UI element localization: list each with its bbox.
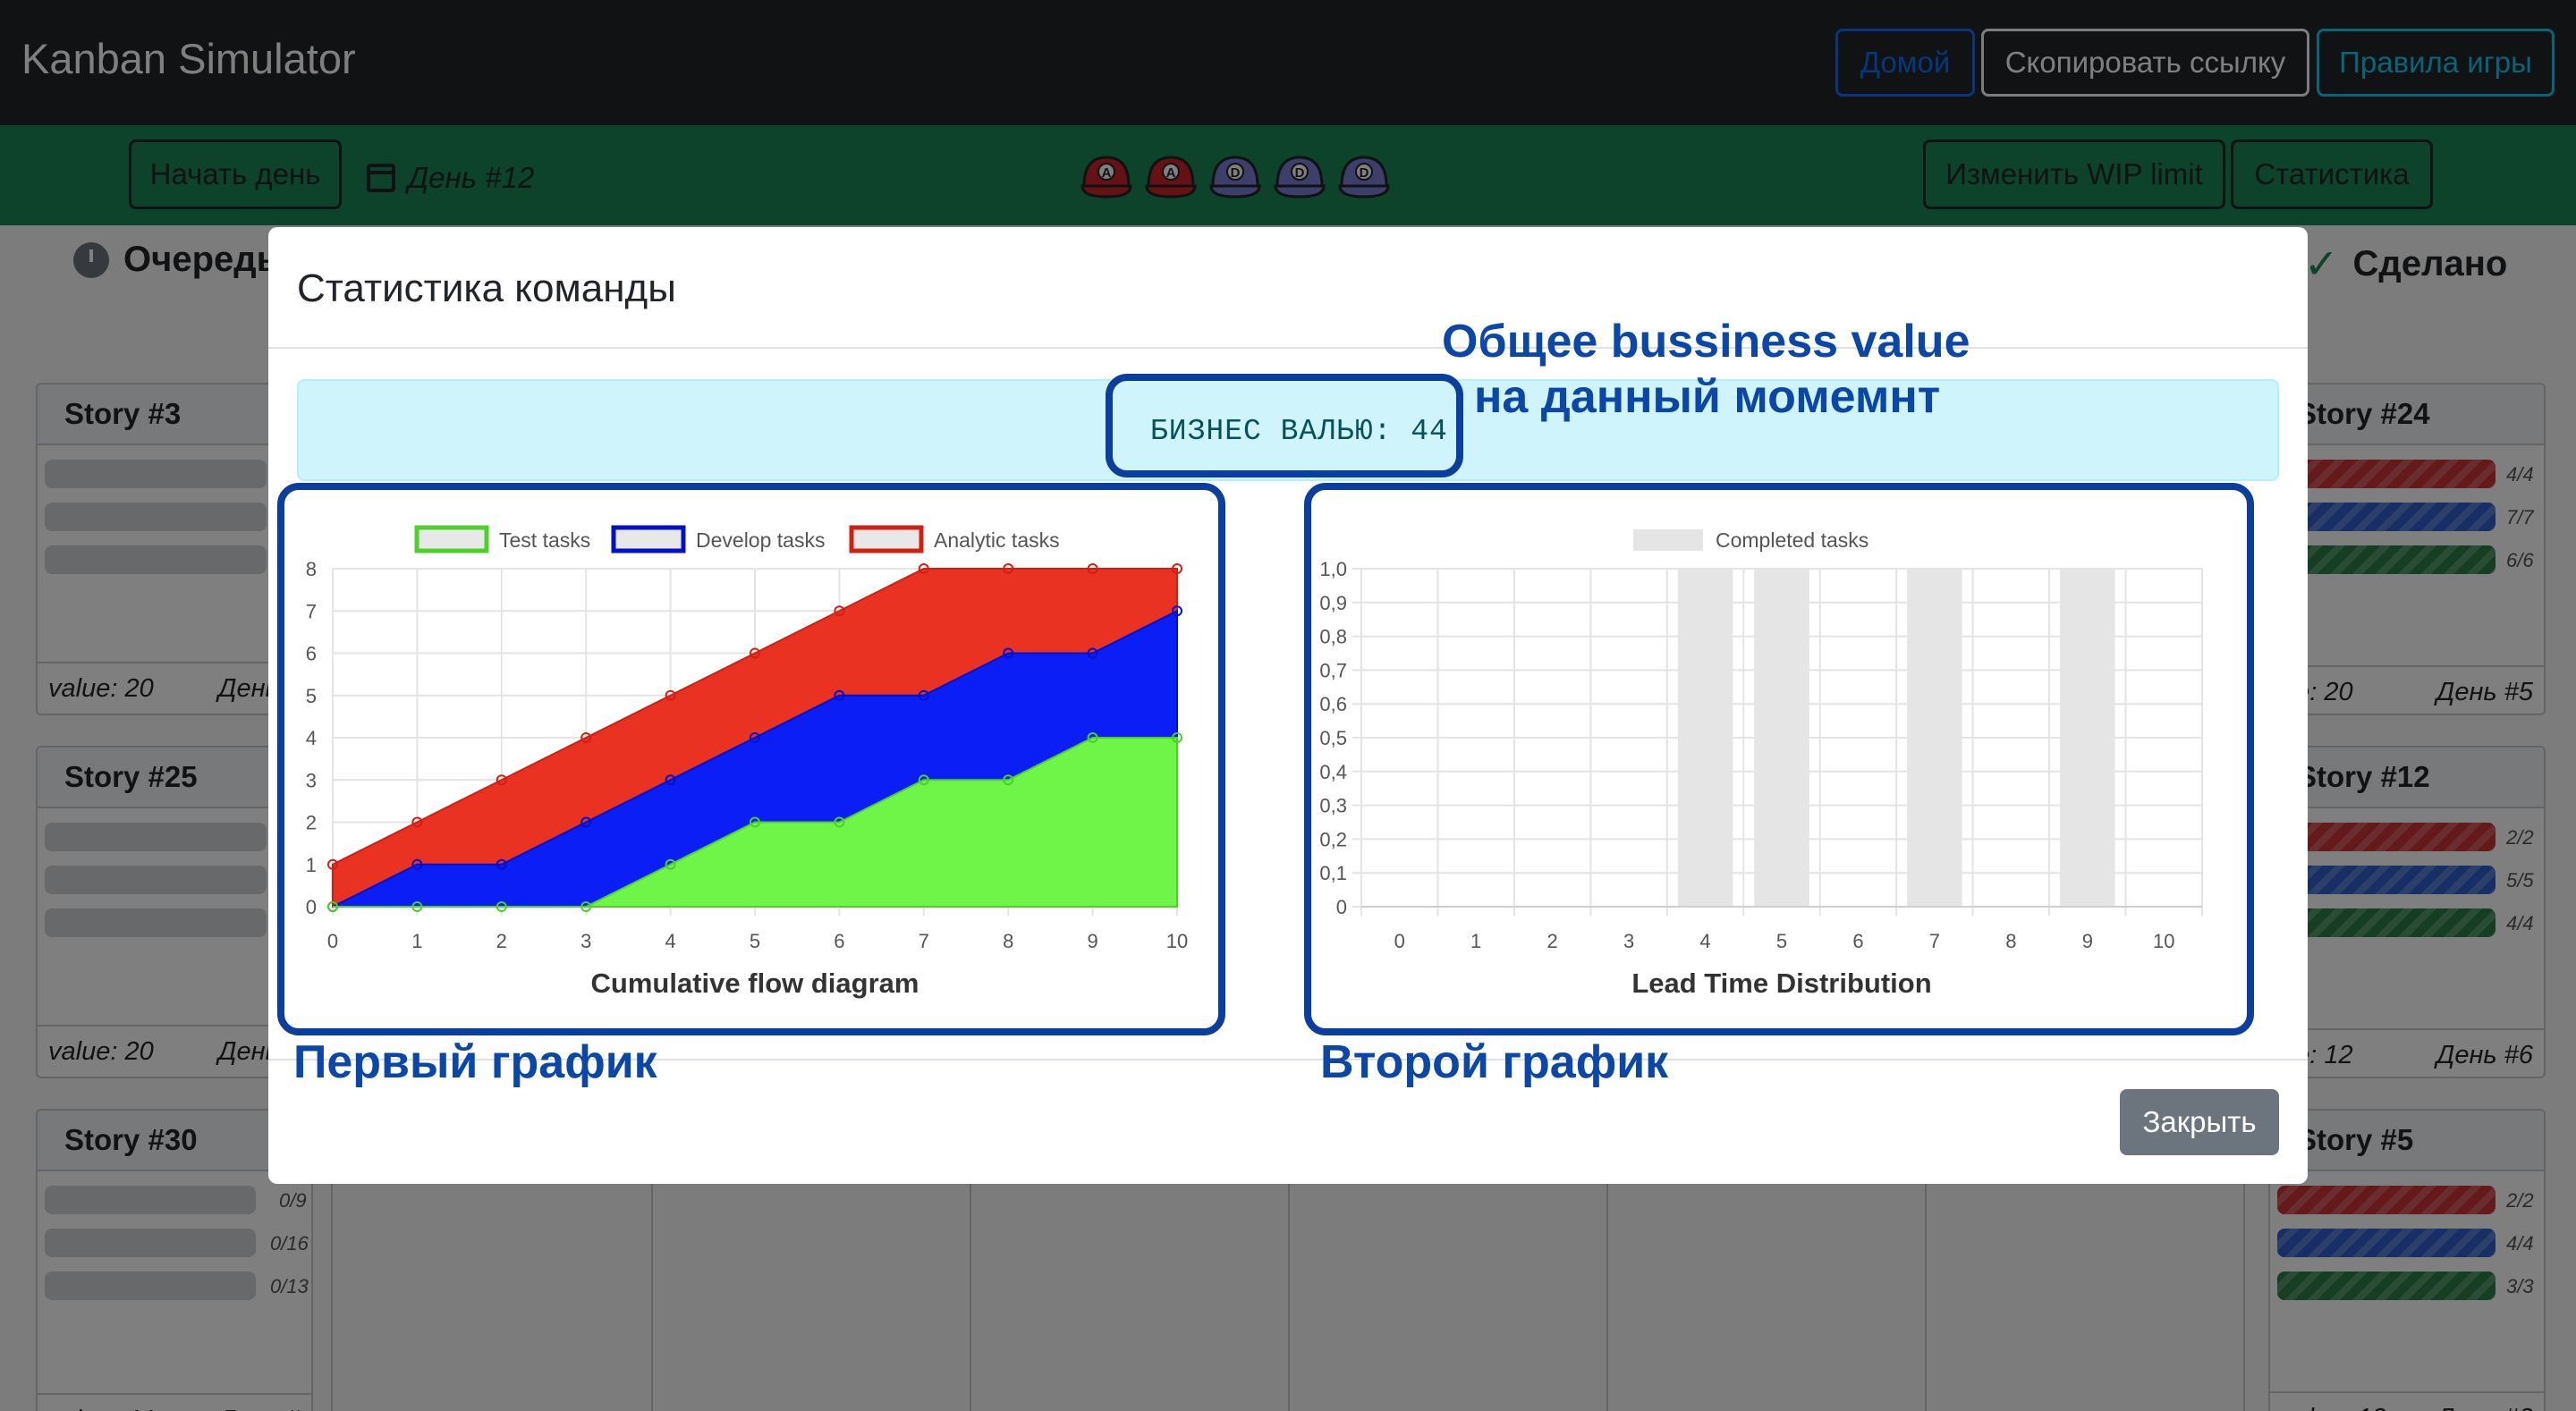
annotation-bv-line2: на данный момемнт xyxy=(1474,371,1941,423)
annotation-bv-line1: Общее bussiness value xyxy=(1442,316,1970,368)
annotation-first-chart: Первый график xyxy=(293,1036,657,1088)
first-chart-highlight xyxy=(277,483,1225,1035)
business-value-highlight xyxy=(1106,374,1463,477)
modal-title: Статистика команды xyxy=(297,266,676,310)
divider xyxy=(268,347,2308,349)
second-chart-highlight xyxy=(1304,483,2254,1035)
close-button[interactable]: Закрыть xyxy=(2120,1089,2279,1155)
annotation-second-chart: Второй график xyxy=(1320,1036,1669,1088)
